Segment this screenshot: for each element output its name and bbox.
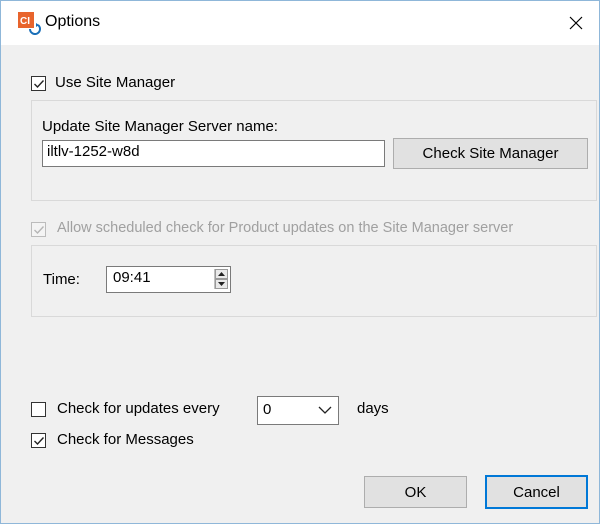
check-updates-label[interactable]: Check for updates every — [57, 400, 220, 417]
server-name-input[interactable]: iltlv-1252-w8d — [42, 140, 385, 167]
time-label: Time: — [43, 271, 80, 288]
close-icon — [569, 16, 583, 30]
site-manager-group: Update Site Manager Server name: iltlv-1… — [31, 100, 597, 201]
time-spinner[interactable] — [214, 269, 228, 289]
spin-up-icon[interactable] — [215, 269, 228, 279]
check-messages-checkbox[interactable] — [31, 433, 46, 448]
check-messages-label[interactable]: Check for Messages — [57, 431, 194, 448]
update-interval-select[interactable]: 0 — [257, 396, 339, 425]
scheduled-check-checkbox[interactable] — [31, 222, 46, 237]
time-group: Time: 09:41 — [31, 245, 597, 317]
checkmark-icon — [34, 80, 45, 89]
options-dialog: CI Options Use Site Manager Update Site … — [0, 0, 600, 524]
title-bar: CI Options — [1, 1, 599, 45]
scheduled-check-label[interactable]: Allow scheduled check for Product update… — [57, 220, 513, 236]
checkmark-icon — [34, 226, 45, 235]
days-label: days — [357, 400, 389, 417]
app-logo-icon: CI — [17, 11, 41, 35]
time-value: 09:41 — [113, 269, 151, 286]
use-site-manager-checkbox[interactable] — [31, 76, 46, 91]
use-site-manager-label[interactable]: Use Site Manager — [55, 74, 175, 91]
spin-down-icon[interactable] — [215, 279, 228, 289]
ok-button[interactable]: OK — [364, 476, 467, 508]
time-input[interactable]: 09:41 — [106, 266, 231, 293]
checkmark-icon — [34, 437, 45, 446]
check-site-manager-button[interactable]: Check Site Manager — [393, 138, 588, 169]
chevron-down-icon — [318, 406, 332, 414]
update-interval-value: 0 — [263, 401, 272, 418]
cancel-button[interactable]: Cancel — [485, 475, 588, 509]
svg-text:CI: CI — [20, 16, 30, 27]
check-updates-checkbox[interactable] — [31, 402, 46, 417]
window-title: Options — [45, 13, 101, 30]
close-button[interactable] — [553, 1, 599, 45]
server-name-label: Update Site Manager Server name: — [42, 118, 278, 135]
